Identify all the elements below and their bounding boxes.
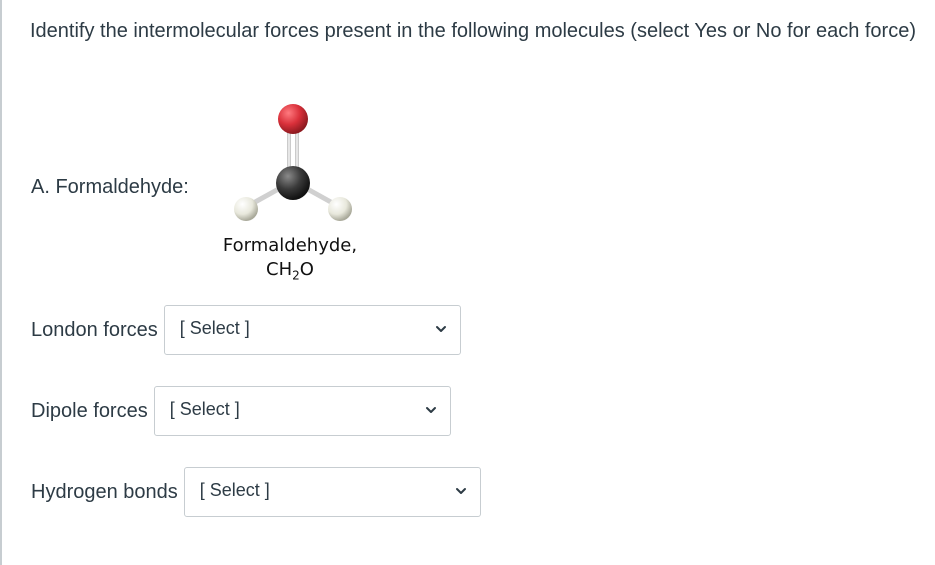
molecule-formula: CH2O: [220, 258, 360, 288]
select-value: [ Select ]: [179, 318, 250, 338]
row-hydrogen-bonds: Hydrogen bonds [ Select ]: [31, 467, 481, 517]
hydrogen-atom-left: [234, 197, 258, 221]
formaldehyde-molecule-figure: Formaldehyde, CH2O: [220, 92, 380, 292]
formula-main: CH: [266, 259, 293, 280]
question-text: Identify the intermolecular forces prese…: [30, 20, 916, 42]
chevron-down-icon: [455, 488, 466, 494]
formula-subscript: 2: [292, 268, 300, 283]
oxygen-atom: [278, 104, 308, 134]
hydrogen-bonds-select[interactable]: [ Select ]: [183, 467, 481, 517]
row-london-forces: London forces [ Select ]: [31, 305, 461, 355]
carbon-atom: [276, 166, 310, 200]
london-forces-label: London forces: [31, 318, 158, 341]
chevron-down-icon: [435, 326, 446, 332]
select-value: [ Select ]: [199, 480, 270, 500]
row-dipole-forces: Dipole forces [ Select ]: [31, 386, 451, 436]
molecule-name: Formaldehyde,: [222, 235, 358, 256]
molecule-caption: Formaldehyde, CH2O: [220, 234, 360, 288]
dipole-forces-label: Dipole forces: [31, 399, 148, 422]
hydrogen-atom-right: [328, 197, 352, 221]
left-border: [0, 0, 2, 565]
dipole-forces-select[interactable]: [ Select ]: [153, 386, 451, 436]
hydrogen-bonds-label: Hydrogen bonds: [31, 480, 178, 503]
section-label: A. Formaldehyde:: [31, 176, 189, 198]
select-value: [ Select ]: [169, 399, 240, 419]
ball-and-stick-model: [234, 104, 352, 221]
chevron-down-icon: [425, 407, 436, 413]
london-forces-select[interactable]: [ Select ]: [163, 305, 461, 355]
formula-tail: O: [299, 259, 314, 280]
